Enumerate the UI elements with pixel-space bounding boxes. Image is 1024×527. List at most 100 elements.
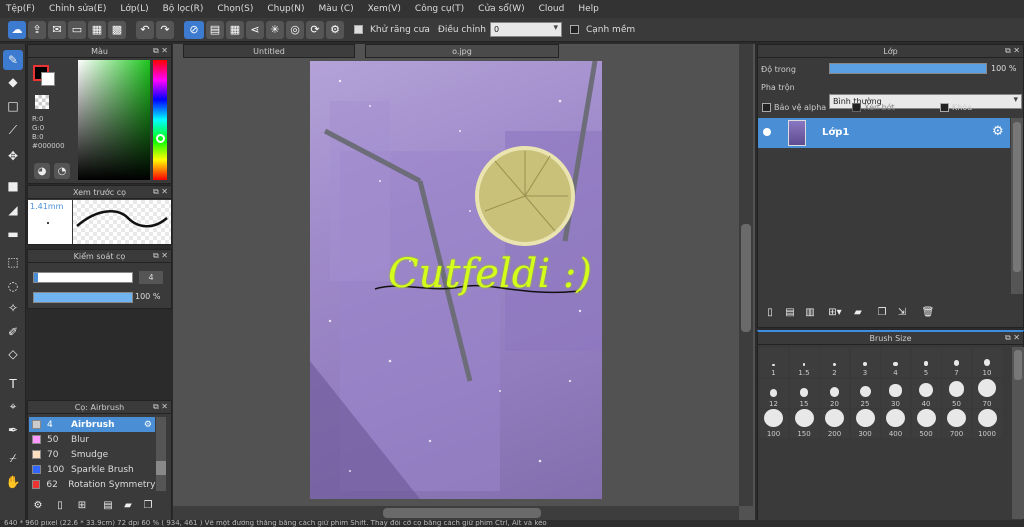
brush-size-option[interactable]: 700 [942, 409, 971, 438]
fill-rect-tool-icon[interactable]: ■ [3, 176, 23, 196]
brush-opacity-slider[interactable] [33, 292, 133, 303]
brush-size-slider[interactable] [33, 272, 133, 283]
magic-wand-tool-icon[interactable]: ✧ [3, 298, 23, 318]
brush-settings-icon[interactable]: ⚙ [30, 497, 46, 513]
select-rect-tool-icon[interactable]: ⬚ [3, 252, 23, 272]
menu-item-9[interactable]: Cửa sổ(W) [478, 4, 524, 14]
vertical-scrollbar[interactable] [739, 44, 753, 506]
eraser-tool-icon[interactable]: ◆ [3, 72, 23, 92]
radial-snap-icon[interactable]: ✳ [266, 20, 284, 39]
new-layer-8bit-icon[interactable]: ▤ [782, 304, 798, 320]
snap-settings-icon[interactable]: ⚙ [326, 20, 344, 39]
shape-tool-icon[interactable]: □ [3, 96, 23, 116]
menu-item-10[interactable]: Cloud [539, 4, 565, 14]
export-icon[interactable]: ⇪ [28, 20, 46, 39]
brush-size-value[interactable]: 4 [139, 271, 163, 284]
lock-checkbox[interactable] [940, 103, 949, 112]
hand-tool-icon[interactable]: ✋ [3, 472, 23, 492]
brush-size-option[interactable]: 40 [911, 378, 941, 408]
brush-size-option[interactable]: 50 [942, 378, 971, 408]
curve-snap-icon[interactable]: ⟳ [306, 20, 324, 39]
brush-item-settings-icon[interactable]: ⚙ [144, 420, 152, 430]
panel-buttons[interactable]: ⧉ ✕ [153, 402, 168, 412]
panel-buttons[interactable]: ⧉ ✕ [1005, 46, 1020, 56]
no-snap-icon[interactable]: ⊘ [184, 20, 204, 39]
circle-snap-icon[interactable]: ◎ [286, 20, 304, 39]
clipping-option[interactable]: Xén bớt [852, 103, 895, 112]
redo-button[interactable]: ↷ [156, 20, 174, 39]
transparent-swatch[interactable] [35, 95, 49, 109]
brush-size-option[interactable]: 7 [942, 348, 971, 377]
menu-item-5[interactable]: Chụp(N) [267, 4, 304, 14]
protect-alpha-checkbox[interactable] [762, 103, 771, 112]
palette-icon[interactable]: ◕ [34, 163, 50, 179]
menu-item-8[interactable]: Công cụ(T) [415, 4, 464, 14]
move-tool-icon[interactable]: ✥ [3, 146, 23, 166]
brush-copy-icon[interactable]: ▤ [100, 497, 116, 513]
menu-item-3[interactable]: Bộ lọc(R) [163, 4, 204, 14]
saturation-value-picker[interactable] [78, 60, 150, 180]
protect-alpha-option[interactable]: Bảo vệ alpha [762, 103, 826, 112]
tile-icon[interactable]: ▩ [108, 20, 126, 39]
brush-size-option[interactable]: 15 [789, 378, 819, 408]
visibility-icon[interactable] [763, 128, 771, 136]
gradient-tool-icon[interactable]: ▬ [3, 224, 23, 244]
antialias-checkbox[interactable] [354, 25, 363, 34]
comment-icon[interactable]: ▭ [68, 20, 86, 39]
horizontal-scrollbar[interactable] [173, 506, 739, 520]
delete-layer-icon[interactable]: 🗑 [920, 304, 936, 320]
hue-slider[interactable] [153, 60, 167, 180]
parallel-snap-icon[interactable]: ▤ [206, 20, 224, 39]
hue-handle[interactable] [156, 134, 165, 143]
grid-view-icon[interactable]: ▦ [88, 20, 106, 39]
layer-settings-icon[interactable]: ⚙ [992, 124, 1004, 139]
menu-item-1[interactable]: Chỉnh sửa(E) [49, 4, 106, 14]
layer-folder-icon[interactable]: ▰ [850, 304, 866, 320]
menu-item-7[interactable]: Xem(V) [368, 4, 401, 14]
panel-buttons[interactable]: ⧉ ✕ [153, 251, 168, 261]
brush-size-option[interactable]: 100 [759, 409, 788, 438]
new-layer-icon[interactable]: ▯ [762, 304, 778, 320]
dropper-tool-icon[interactable]: ✒ [3, 420, 23, 440]
brush-size-option[interactable]: 25 [850, 378, 880, 408]
panel-buttons[interactable]: ⧉ ✕ [1005, 333, 1020, 343]
brush-list-item[interactable]: 100 Sparkle Brush [29, 462, 155, 477]
canvas-image[interactable]: Cutfeldi :) [310, 61, 602, 499]
brush-size-option[interactable]: 300 [850, 409, 880, 438]
brush-size-option[interactable]: 5 [911, 348, 941, 377]
brush-list-item[interactable]: 70 Smudge [29, 447, 155, 462]
menu-item-4[interactable]: Chọn(S) [217, 4, 253, 14]
layer-list-scrollbar[interactable] [1011, 118, 1023, 294]
brush-size-option[interactable]: 3 [850, 348, 880, 377]
text-tool-icon[interactable]: T [3, 374, 23, 394]
vanishing-snap-icon[interactable]: ⋖ [246, 20, 264, 39]
brush-size-option[interactable]: 1000 [972, 409, 1002, 438]
menu-item-0[interactable]: Tệp(F) [6, 4, 35, 14]
undo-button[interactable]: ↶ [136, 20, 154, 39]
smooth-edge-checkbox[interactable] [569, 25, 579, 34]
brush-list-item[interactable]: 50 Blur [29, 432, 155, 447]
new-brush-icon[interactable]: ▯ [52, 497, 68, 513]
brush-size-option[interactable]: 150 [789, 409, 819, 438]
brush-size-option[interactable]: 20 [820, 378, 849, 408]
brush-size-option[interactable]: 1.5 [789, 348, 819, 377]
menu-item-11[interactable]: Help [578, 4, 599, 14]
brush-folder-icon[interactable]: ▰ [120, 497, 136, 513]
secondary-color-swatch[interactable] [41, 72, 55, 86]
tab-o-jpg[interactable]: o.jpg [365, 44, 559, 58]
brush-size-option[interactable]: 200 [820, 409, 849, 438]
brush-tool-icon[interactable]: ✎ [3, 50, 23, 70]
color-wheel-icon[interactable]: ◔ [54, 163, 70, 179]
brush-size-option[interactable]: 1 [759, 348, 788, 377]
brush-size-option[interactable]: 30 [881, 378, 910, 408]
brush-list-item[interactable]: 4 Airbrush ⚙ [29, 417, 155, 432]
eyedropper-tool-icon[interactable]: ⌿ [3, 448, 23, 468]
menu-item-2[interactable]: Lớp(L) [120, 4, 148, 14]
brush-add-menu-icon[interactable]: ⊞ [74, 497, 90, 513]
duplicate-layer-icon[interactable]: ❐ [874, 304, 890, 320]
new-layer-1bit-icon[interactable]: ▥ [802, 304, 818, 320]
panel-buttons[interactable]: ⧉ ✕ [153, 187, 168, 197]
brush-size-option[interactable]: 2 [820, 348, 849, 377]
add-layer-menu-icon[interactable]: ⊞▾ [824, 304, 846, 320]
line-tool-icon[interactable]: ⟋ [3, 120, 23, 140]
